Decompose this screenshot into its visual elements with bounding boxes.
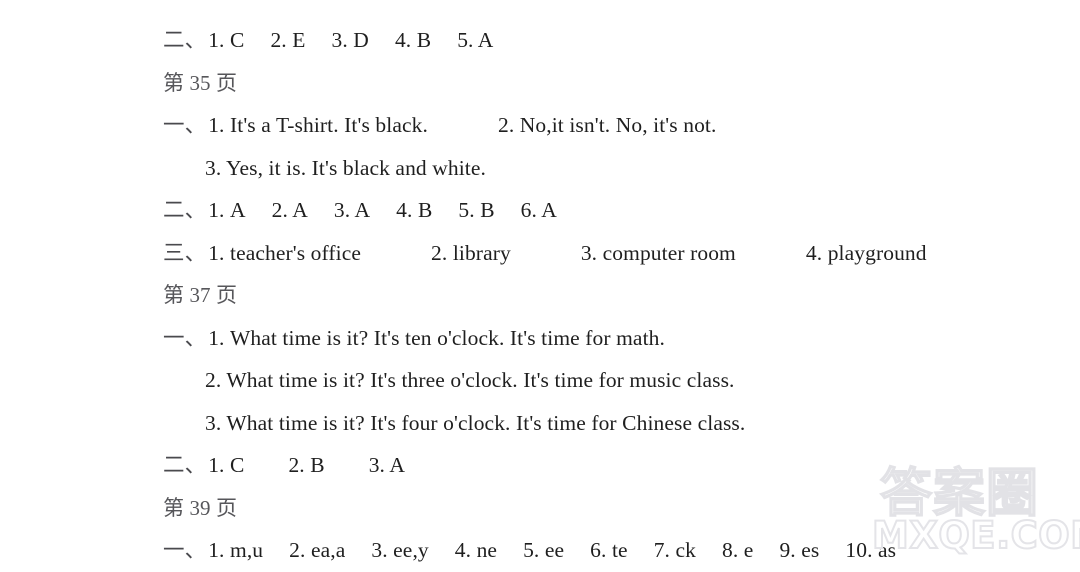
answer-item: 5. B xyxy=(458,198,495,222)
answer-item: 2. ea,a xyxy=(289,538,346,562)
page-heading: 第 37 页 xyxy=(163,274,1063,317)
answer-item: 2. B xyxy=(288,453,325,477)
section-enumerator: 一、 xyxy=(163,538,207,562)
answer-item: 1. C xyxy=(208,28,245,52)
answer-item: 2. E xyxy=(270,28,306,52)
answer-item: 3. ee,y xyxy=(371,538,429,562)
answer-item: 9. es xyxy=(779,538,820,562)
answer-item: 4. playground xyxy=(805,240,927,265)
section-enumerator: 一、 xyxy=(163,325,207,350)
answer-item: 2. library xyxy=(431,240,511,265)
section-enumerator: 三、 xyxy=(163,240,207,265)
answer-item: 2. A xyxy=(271,198,308,222)
page-heading-text: 第 35 页 xyxy=(163,70,238,95)
answer-item: 7. ck xyxy=(653,538,696,562)
answer-item: 3. computer room xyxy=(580,240,736,265)
answer-item: 1. teacher's office xyxy=(208,240,362,265)
answer-item: 5. A xyxy=(457,28,494,52)
answer-item: 2. No,it isn't. No, it's not. xyxy=(497,113,717,137)
section-enumerator: 一、 xyxy=(163,113,207,137)
section-enumerator: 二、 xyxy=(163,28,207,52)
answer-item: 8. e xyxy=(722,538,754,562)
answer-item: 3. Yes, it is. It's black and white. xyxy=(205,155,486,180)
answer-item: 6. A xyxy=(520,198,557,222)
answer-item: 1. m,u xyxy=(208,538,264,562)
section-enumerator: 二、 xyxy=(163,453,207,477)
answer-key-page: 二、1. C 2. E 3. D 4. B 5. A第 35 页一、1. It's a … xyxy=(0,0,1080,562)
answer-item: 1. It's a T-shirt. It's black. xyxy=(208,113,428,137)
answer-item: 3. A xyxy=(333,198,371,222)
answer-row: 3. Yes, it is. It's black and white. xyxy=(163,147,1063,190)
page-heading-text: 第 39 页 xyxy=(163,495,238,520)
section-enumerator: 二、 xyxy=(163,198,207,222)
answer-row: 2. What time is it? It's three o'clock. … xyxy=(163,359,1063,402)
answer-row: 一、1. m,u 2. ea,a 3. ee,y 4. ne 5. ee 6. te 7. … xyxy=(163,529,1063,572)
answer-item: 2. What time is it? It's three o'clock. … xyxy=(205,368,735,392)
answer-item: 6. te xyxy=(590,538,628,562)
answer-item: 1. What time is it? It's ten o'clock. It… xyxy=(208,325,665,350)
answer-line-list: 二、1. C 2. E 3. D 4. B 5. A第 35 页一、1. It's a … xyxy=(163,19,1063,572)
page-heading-text: 第 37 页 xyxy=(163,283,238,307)
answer-item: 1. C xyxy=(208,453,245,477)
answer-row: 一、1. What time is it? It's ten o'clock. … xyxy=(163,317,1063,360)
answer-item: 4. ne xyxy=(454,538,498,562)
answer-row: 二、1. A 2. A 3. A 4. B 5. B 6. A xyxy=(163,189,1063,232)
answer-item: 10. as xyxy=(845,538,897,562)
answer-item: 3. D xyxy=(331,28,369,52)
answer-item: 4. B xyxy=(396,198,433,222)
answer-row: 二、1. C 2. B 3. A xyxy=(163,444,1063,487)
page-heading: 第 35 页 xyxy=(163,62,1063,105)
answer-item: 1. A xyxy=(208,198,246,222)
page-heading: 第 39 页 xyxy=(163,487,1063,530)
answer-item: 3. A xyxy=(368,453,405,477)
answer-row: 三、1. teacher's office 2. library 3. comput… xyxy=(163,232,1063,275)
answer-item: 4. B xyxy=(394,28,432,52)
answer-row: 3. What time is it? It's four o'clock. I… xyxy=(163,402,1063,445)
answer-row: 二、1. C 2. E 3. D 4. B 5. A xyxy=(163,19,1063,62)
answer-item: 3. What time is it? It's four o'clock. I… xyxy=(205,410,746,435)
answer-item: 5. ee xyxy=(523,538,565,562)
answer-row: 一、1. It's a T-shirt. It's black. 2. No,it… xyxy=(163,104,1063,147)
